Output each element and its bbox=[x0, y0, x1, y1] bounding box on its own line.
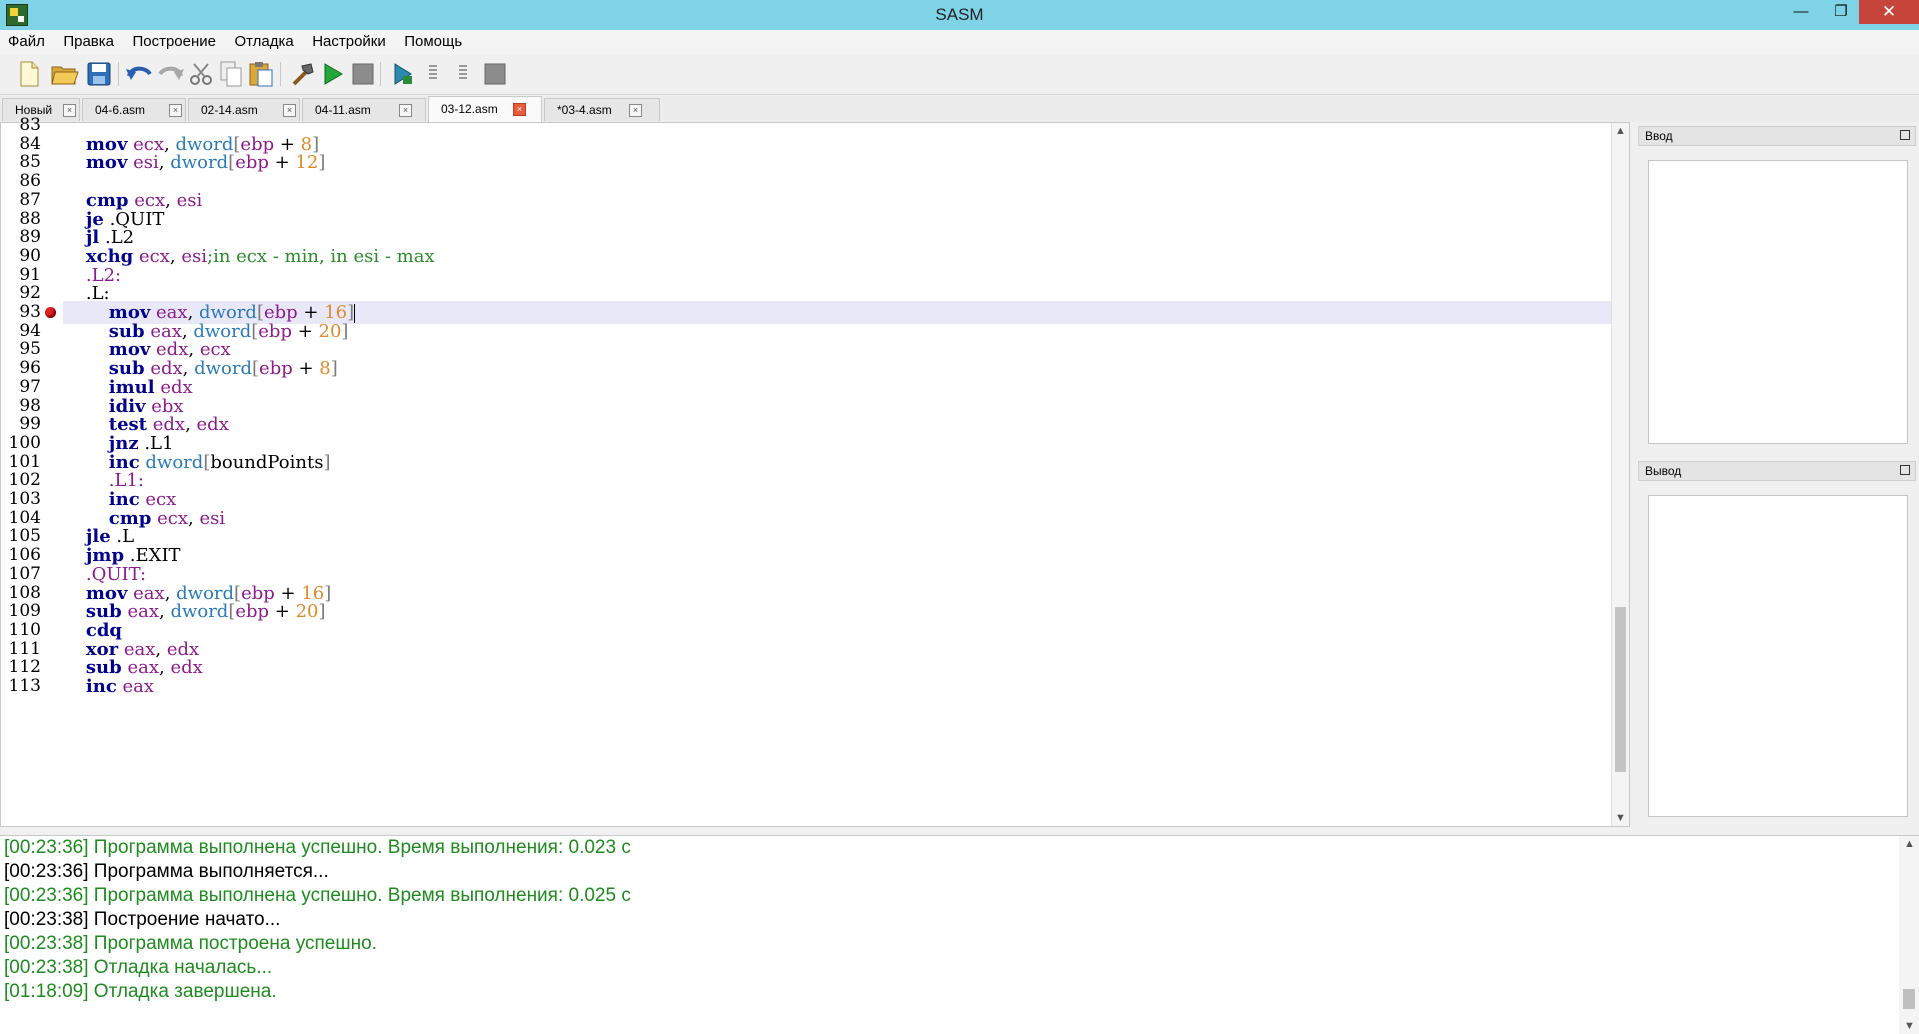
float-panel-icon[interactable] bbox=[1900, 130, 1910, 140]
scroll-up-icon[interactable]: ▲ bbox=[1904, 838, 1915, 850]
step-into-icon[interactable] bbox=[418, 60, 448, 88]
window-title: SASM bbox=[935, 5, 984, 24]
build-log[interactable]: [00:23:36] Программа выполнена успешно. … bbox=[0, 835, 1919, 1034]
tab-label: 04-6.asm bbox=[95, 103, 146, 117]
scroll-up-icon[interactable]: ▲ bbox=[1615, 125, 1626, 137]
log-line: [00:23:38] Отладка началась... bbox=[4, 957, 273, 978]
debug-run-icon[interactable] bbox=[388, 60, 418, 88]
output-panel-title: Вывод bbox=[1645, 464, 1682, 478]
log-line: [00:23:36] Программа выполнена успешно. … bbox=[4, 837, 631, 858]
input-panel-header: Ввод bbox=[1638, 126, 1916, 146]
scrollbar-thumb[interactable] bbox=[1903, 989, 1915, 1009]
undo-icon[interactable] bbox=[124, 60, 154, 88]
output-text-box[interactable] bbox=[1648, 495, 1908, 817]
step-over-icon[interactable] bbox=[448, 60, 478, 88]
tab-03-4[interactable]: *03-4.asm × bbox=[544, 98, 660, 121]
log-line: [00:23:36] Программа выполнена успешно. … bbox=[4, 885, 631, 906]
title-bar: SASM — ❐ ✕ bbox=[0, 0, 1919, 30]
tab-02-14[interactable]: 02-14.asm × bbox=[188, 98, 300, 121]
input-text-box[interactable] bbox=[1648, 160, 1908, 444]
tab-label: 04-11.asm bbox=[315, 103, 371, 117]
toolbar-separator bbox=[118, 62, 119, 86]
menu-help[interactable]: Помощь bbox=[396, 30, 468, 50]
log-line: [00:23:38] Программа построена успешно. bbox=[4, 933, 377, 954]
log-line: [00:23:36] Программа выполняется... bbox=[4, 861, 329, 882]
breakpoint-icon[interactable] bbox=[45, 307, 56, 318]
open-file-icon[interactable] bbox=[50, 60, 80, 88]
code-editor[interactable]: 83 84 85 86 87 88 89 90 91 92 93 94 95 96 97 98 99 100 101… bbox=[0, 115, 1630, 827]
close-tab-icon[interactable]: × bbox=[169, 104, 182, 117]
menu-debug[interactable]: Отладка bbox=[226, 30, 299, 50]
scrollbar-thumb[interactable] bbox=[1615, 607, 1626, 772]
output-panel-header: Вывод bbox=[1638, 461, 1916, 481]
debug-stop-icon[interactable] bbox=[480, 60, 510, 88]
stop-icon[interactable] bbox=[348, 60, 378, 88]
close-tab-icon[interactable]: × bbox=[629, 104, 642, 117]
save-icon[interactable] bbox=[84, 60, 114, 88]
cut-icon[interactable] bbox=[186, 60, 216, 88]
close-button[interactable]: ✕ bbox=[1859, 0, 1919, 24]
tab-label: 02-14.asm bbox=[201, 103, 258, 117]
input-panel-title: Ввод bbox=[1645, 129, 1673, 143]
code-text-area[interactable]: mov ecx, dword[ebp + 8] mov esi, dword[e… bbox=[63, 123, 1611, 826]
toolbar-separator bbox=[380, 62, 381, 86]
log-line: [01:18:09] Отладка завершена. bbox=[4, 981, 277, 1002]
paste-icon[interactable] bbox=[246, 60, 276, 88]
editor-vertical-scrollbar[interactable]: ▲ ▼ bbox=[1611, 123, 1629, 826]
close-tab-icon[interactable]: × bbox=[283, 104, 296, 117]
new-file-icon[interactable] bbox=[14, 60, 44, 88]
scroll-down-icon[interactable]: ▼ bbox=[1904, 1020, 1915, 1032]
close-tab-icon[interactable]: × bbox=[63, 104, 76, 117]
menu-build[interactable]: Построение bbox=[124, 30, 222, 50]
close-tab-icon[interactable]: × bbox=[399, 104, 412, 117]
menu-file[interactable]: Файл bbox=[0, 30, 51, 50]
line-number[interactable]: 113 bbox=[1, 675, 41, 698]
tab-04-6[interactable]: 04-6.asm × bbox=[82, 98, 186, 121]
redo-icon[interactable] bbox=[156, 60, 186, 88]
close-tab-icon[interactable]: × bbox=[513, 103, 526, 116]
log-line: [00:23:38] Построение начато... bbox=[4, 909, 281, 930]
copy-icon[interactable] bbox=[216, 60, 246, 88]
float-panel-icon[interactable] bbox=[1900, 465, 1910, 475]
menu-edit[interactable]: Правка bbox=[55, 30, 120, 50]
scroll-down-icon[interactable]: ▼ bbox=[1615, 812, 1626, 824]
menu-settings[interactable]: Настройки bbox=[304, 30, 392, 50]
run-icon[interactable] bbox=[318, 60, 348, 88]
toolbar bbox=[0, 54, 1919, 95]
tab-label: 03-12.asm bbox=[441, 102, 498, 116]
maximize-button[interactable]: ❐ bbox=[1818, 0, 1864, 24]
menu-bar: Файл Правка Построение Отладка Настройки… bbox=[0, 30, 1919, 54]
build-icon[interactable] bbox=[288, 60, 318, 88]
line-number-gutter[interactable]: 83 84 85 86 87 88 89 90 91 92 93 94 95 96 97 98 99 100 101… bbox=[1, 115, 63, 826]
tab-04-11[interactable]: 04-11.asm × bbox=[302, 98, 426, 121]
log-vertical-scrollbar[interactable]: ▲ ▼ bbox=[1899, 836, 1919, 1034]
code-line[interactable]: inc eax bbox=[63, 675, 1611, 698]
tab-label: *03-4.asm bbox=[557, 103, 612, 117]
tab-03-12[interactable]: 03-12.asm × bbox=[428, 96, 542, 122]
tab-bar: Новый × 04-6.asm × 02-14.asm × 04-11.asm… bbox=[0, 96, 1919, 122]
toolbar-separator bbox=[280, 62, 281, 86]
